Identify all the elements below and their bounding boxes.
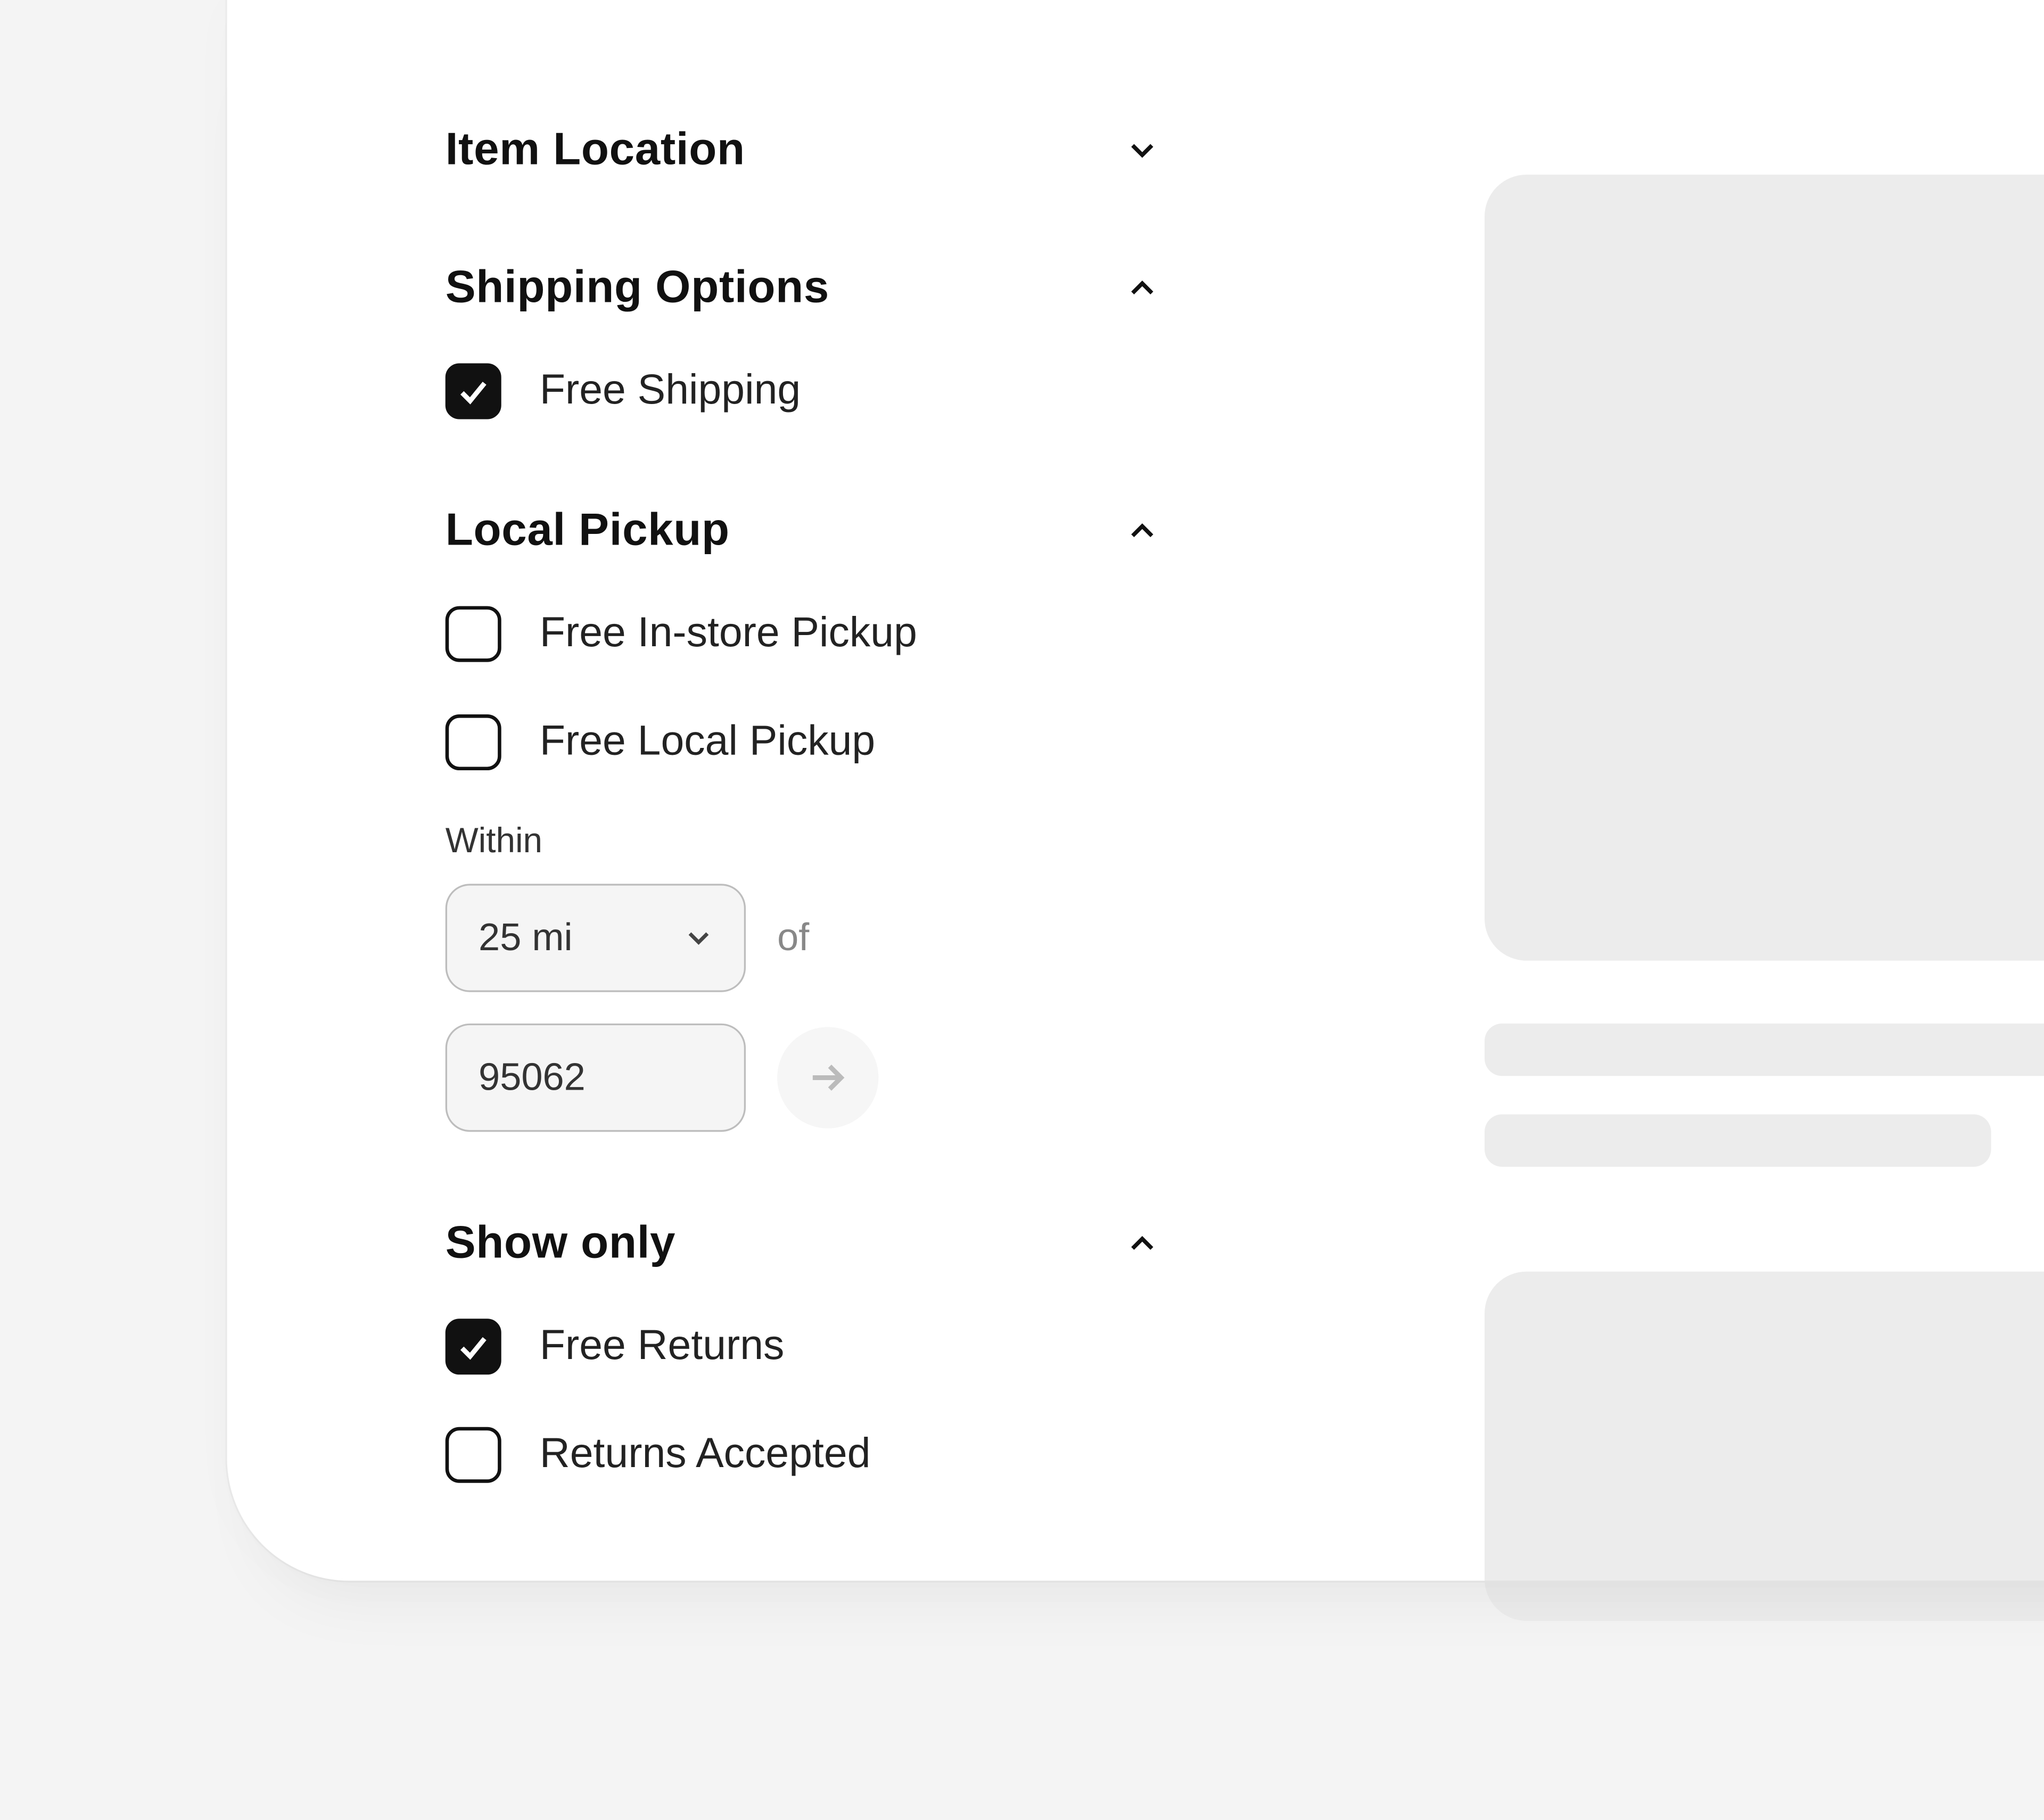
skeleton-card (1485, 175, 2044, 961)
chevron-down-icon (1123, 130, 1161, 168)
within-label: Within (446, 822, 1161, 862)
option-free-returns[interactable]: Free Returns (446, 1319, 1161, 1374)
distance-value: 25 mi (479, 915, 573, 960)
section-show-only: Show only Free Returns Returns Accep (446, 1216, 1161, 1483)
section-title-shipping-options: Shipping Options (446, 260, 829, 315)
chevron-up-icon (1123, 511, 1161, 549)
option-label: Free Shipping (540, 367, 801, 416)
of-label: of (777, 915, 809, 960)
checkbox-checked-icon (446, 363, 501, 419)
option-returns-accepted[interactable]: Returns Accepted (446, 1427, 1161, 1483)
skeleton-line (1485, 1024, 2044, 1076)
option-label: Free Local Pickup (540, 718, 875, 767)
checkbox-unchecked-icon (446, 714, 501, 770)
checkbox-unchecked-icon (446, 606, 501, 662)
chevron-up-icon (1123, 268, 1161, 307)
results-skeleton (1485, 175, 2044, 1621)
option-free-local-pickup[interactable]: Free Local Pickup (446, 714, 1161, 770)
section-local-pickup: Local Pickup Free In-store Pickup Free L… (446, 503, 1161, 1132)
skeleton-card (1485, 1272, 2044, 1621)
zip-submit-button[interactable] (777, 1027, 878, 1128)
option-label: Free In-store Pickup (540, 610, 917, 658)
section-toggle-shipping-options[interactable]: Shipping Options (446, 260, 1161, 315)
section-title-item-location: Item Location (446, 122, 745, 177)
chevron-up-icon (1123, 1223, 1161, 1262)
option-label: Returns Accepted (540, 1430, 871, 1479)
within-block: Within 25 mi of (446, 822, 1161, 1132)
section-toggle-local-pickup[interactable]: Local Pickup (446, 503, 1161, 557)
checkbox-checked-icon (446, 1319, 501, 1374)
skeleton-line (1485, 1114, 1991, 1166)
filter-panel: Item Location Shipping Options (227, 0, 2044, 1580)
checkbox-unchecked-icon (446, 1427, 501, 1483)
zip-input[interactable] (446, 1024, 746, 1132)
option-free-shipping[interactable]: Free Shipping (446, 363, 1161, 419)
section-title-local-pickup: Local Pickup (446, 503, 730, 557)
section-toggle-item-location[interactable]: Item Location (446, 122, 1161, 177)
option-free-instore-pickup[interactable]: Free In-store Pickup (446, 606, 1161, 662)
arrow-right-icon (805, 1055, 851, 1100)
option-label: Free Returns (540, 1322, 785, 1371)
section-item-location: Item Location (446, 122, 1161, 177)
filter-sidebar: Item Location Shipping Options (446, 122, 1161, 1483)
distance-select[interactable]: 25 mi (446, 884, 746, 992)
chevron-down-icon (681, 920, 716, 956)
section-toggle-show-only[interactable]: Show only (446, 1216, 1161, 1270)
section-title-show-only: Show only (446, 1216, 676, 1270)
section-shipping-options: Shipping Options Free Shipping (446, 260, 1161, 419)
